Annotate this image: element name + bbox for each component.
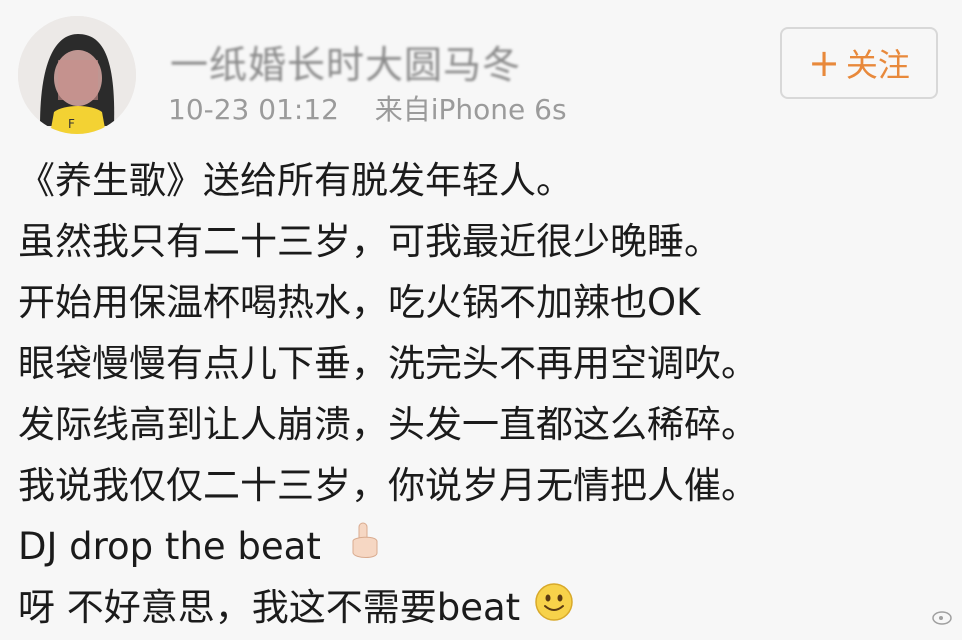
plus-icon: +: [808, 41, 840, 85]
content-text: 眼袋慢慢有点儿下垂，洗完头不再用空调吹。: [18, 342, 758, 385]
avatar[interactable]: F: [18, 16, 136, 134]
content-text: 《养生歌》送给所有脱发年轻人。: [18, 159, 573, 202]
content-text: 我说我仅仅二十三岁，你说岁月无情把人催。: [18, 464, 758, 507]
content-text: 开始用保温杯喝热水，吃火锅不加辣也OK: [18, 281, 701, 324]
content-line: 《养生歌》送给所有脱发年轻人。: [18, 150, 948, 211]
content-line: DJ drop the beat: [18, 516, 948, 577]
post-time: 10-23 01:12: [168, 93, 339, 126]
post-meta: 10-23 01:12 来自iPhone 6s: [168, 88, 567, 128]
content-line: 发际线高到让人崩溃，头发一直都这么稀碎。: [18, 394, 948, 455]
content-line: 呀 不好意思，我这不需要beat: [18, 577, 948, 638]
smiley-emoji: [534, 579, 574, 640]
content-text: 呀 不好意思，我这不需要beat: [18, 586, 521, 629]
follow-label: 关注: [845, 46, 910, 84]
post-header: F 一纸婚长时大圆马冬 10-23 01:12 来自iPhone 6s + 关注: [0, 0, 962, 150]
pointing-hand-emoji: [347, 518, 381, 579]
content-text: 发际线高到让人崩溃，头发一直都这么稀碎。: [18, 403, 758, 446]
content-text: DJ drop the beat: [18, 525, 321, 568]
content-line: 开始用保温杯喝热水，吃火锅不加辣也OK: [18, 272, 948, 333]
content-text: 虽然我只有二十三岁，可我最近很少晚睡。: [18, 220, 721, 263]
post-body: 《养生歌》送给所有脱发年轻人。 虽然我只有二十三岁，可我最近很少晚睡。 开始用保…: [18, 150, 948, 638]
content-line: 眼袋慢慢有点儿下垂，洗完头不再用空调吹。: [18, 333, 948, 394]
content-line: 虽然我只有二十三岁，可我最近很少晚睡。: [18, 211, 948, 272]
watermark: [924, 600, 962, 632]
author-name[interactable]: 一纸婚长时大圆马冬: [170, 34, 521, 89]
post-source[interactable]: 来自iPhone 6s: [375, 93, 567, 126]
follow-button[interactable]: + 关注: [780, 27, 938, 99]
content-line: 我说我仅仅二十三岁，你说岁月无情把人催。: [18, 455, 948, 516]
avatar-image: F: [18, 16, 136, 134]
svg-text:F: F: [68, 117, 75, 131]
weibo-icon: [932, 611, 952, 625]
